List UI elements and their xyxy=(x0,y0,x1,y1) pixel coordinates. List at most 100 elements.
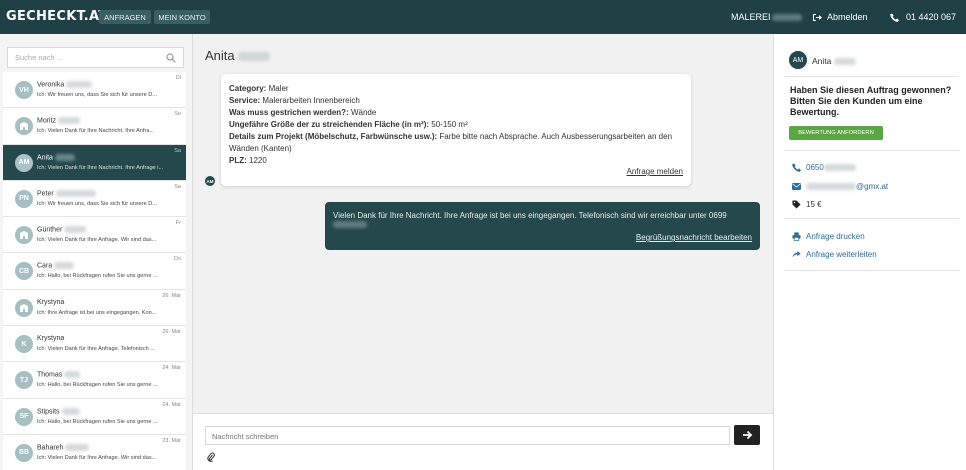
contact-name: Cara xyxy=(37,262,75,270)
divider xyxy=(784,218,959,219)
paperclip-icon[interactable] xyxy=(207,452,215,462)
message-date: Sa xyxy=(174,183,181,190)
conversation-item-active[interactable]: AM Anita Ich: Vielen Dank für Ihre Nachr… xyxy=(3,144,186,181)
conversation-item[interactable]: BB Bahareh Ich: Vielen Dank für Ihre Anf… xyxy=(3,434,186,470)
nav-anfragen-button[interactable]: ANFRAGEN xyxy=(99,10,151,24)
avatar: CB xyxy=(15,262,33,281)
avatar: SF xyxy=(15,407,33,426)
redacted-text xyxy=(64,226,87,234)
company-prefix: MALEREI xyxy=(731,12,771,22)
conversation-item[interactable]: SF Stipsits Ich: Hallo, bei Rückfragen r… xyxy=(3,398,186,435)
phone-link[interactable]: 01 4420 067 xyxy=(890,0,956,34)
message-preview: Ich: Vielen Dank für Ihre Anfrage. Wir s… xyxy=(37,237,157,244)
share-icon xyxy=(792,250,801,258)
customer-phone[interactable]: 0650 xyxy=(792,163,856,172)
conversation-panel: Anita Category: Maler Service: Malerarbe… xyxy=(193,34,773,470)
conversation-item[interactable]: TJ Thomas Ich: Hallo, bei Rückfragen ruf… xyxy=(3,362,186,399)
redacted-text xyxy=(238,52,271,62)
conversation-item[interactable]: Günther Ich: Vielen Dank für Ihre Anfrag… xyxy=(3,217,186,254)
message-preview: Ich: Vielen Dank für Ihre Nachricht. Ihr… xyxy=(37,128,155,135)
customer-email[interactable]: @gmx.at xyxy=(792,182,888,191)
message-date: So xyxy=(174,111,181,118)
logout-link[interactable]: Abmelden xyxy=(812,0,868,34)
message-preview: Ich: Wir freuen uns, dass Sie sich für u… xyxy=(37,92,158,98)
message-composer xyxy=(193,413,773,470)
contact-name: Moritz xyxy=(37,117,81,125)
phone-icon xyxy=(890,12,899,22)
conversation-item[interactable]: Moritz Ich: Vielen Dank für Ihre Nachric… xyxy=(3,108,186,145)
request-category: Category: Maler xyxy=(229,84,289,93)
contact-name: Bahareh xyxy=(37,443,90,451)
conversation-item[interactable]: PN Peter Ich: Wir freuen uns, dass Sie s… xyxy=(3,180,186,218)
message-preview: Ich: Vielen Dank für Ihre Anfrage. Wir s… xyxy=(37,454,157,461)
conversation-item[interactable]: Krystyna Ich: Ihre Anfrage ist bei uns e… xyxy=(3,289,186,327)
redacted-text xyxy=(823,164,856,171)
building-icon xyxy=(20,303,28,312)
request-card: Category: Maler Service: Malerarbeiten I… xyxy=(221,74,691,186)
avatar: TJ xyxy=(15,371,33,390)
nav-mein-konto-button[interactable]: MEIN KONTO xyxy=(154,10,210,24)
conversation-sidebar: Suche nach ... VH Veronika Ich: Wir freu… xyxy=(0,34,193,470)
contact-name: Günther xyxy=(37,226,87,234)
customer-avatar: AM xyxy=(789,51,807,69)
avatar: AM xyxy=(15,153,33,172)
divider xyxy=(784,76,959,77)
forward-request-link[interactable]: Anfrage weiterleiten xyxy=(792,250,877,259)
conversation-item[interactable]: VH Veronika Ich: Wir freuen uns, dass Si… xyxy=(3,72,186,109)
send-button[interactable] xyxy=(734,425,760,445)
message-preview: Ich: Hallo, bei Rückfragen rufen Sie uns… xyxy=(37,273,158,280)
message-preview: Ich: Wir freuen uns, dass Sie sich für u… xyxy=(37,200,158,207)
request-details: Details zum Projekt (Möbelschutz, Farbwü… xyxy=(229,132,673,153)
request-area: Ungefähre Größe der zu streichenden Fläc… xyxy=(229,120,468,129)
redacted-text xyxy=(61,407,80,415)
company-name: MALEREI xyxy=(731,0,802,34)
message-date: 24. Mär xyxy=(162,401,181,408)
divider xyxy=(784,150,959,151)
report-request-link[interactable]: Anfrage melden xyxy=(627,166,683,178)
building-icon xyxy=(20,231,28,240)
contact-name: Stipsits xyxy=(37,407,80,415)
request-review-button[interactable]: BEWERTUNG ANFORDERN xyxy=(789,126,883,140)
message-date: Fr xyxy=(175,220,181,227)
sender-avatar: AM xyxy=(205,176,215,186)
redacted-text xyxy=(54,153,75,161)
avatar: K xyxy=(15,335,33,354)
contact-name: Veronika xyxy=(37,81,93,88)
logo[interactable]: GECHECKT.AT xyxy=(6,9,108,24)
contact-name: Peter xyxy=(37,189,96,197)
conversation-item[interactable]: K Krystyna Ich: Vielen Dank für Ihre Anf… xyxy=(3,326,186,363)
message-date: 26. Mär xyxy=(162,292,181,299)
mail-icon xyxy=(792,183,801,190)
search-input[interactable]: Suche nach ... xyxy=(7,47,184,68)
message-date: Di xyxy=(175,75,181,81)
message-date: 23. Mär xyxy=(162,437,181,444)
phone-number: 01 4420 067 xyxy=(906,12,957,22)
avatar: BB xyxy=(15,443,33,462)
redacted-text xyxy=(58,117,81,125)
reply-bubble: Vielen Dank für Ihre Nachricht. Ihre Anf… xyxy=(325,202,760,250)
redacted-text xyxy=(66,81,93,88)
search-placeholder: Suche nach ... xyxy=(15,53,63,62)
phone-icon xyxy=(792,163,801,172)
redacted-text xyxy=(806,183,856,190)
search-icon[interactable] xyxy=(166,53,176,63)
message-date: 24. Mär xyxy=(162,365,181,372)
message-preview: Ich: Hallo, bei Rückfragen rufen Sie uns… xyxy=(37,382,158,389)
contact-name: Krystyna xyxy=(37,298,65,306)
message-date: Sa xyxy=(174,147,181,154)
edit-greeting-link[interactable]: Begrüßungsnachricht bearbeiten xyxy=(636,233,752,242)
message-input[interactable] xyxy=(205,426,730,445)
conversation-item[interactable]: CB Cara Ich: Hallo, bei Rückfragen rufen… xyxy=(3,253,186,290)
redacted-text xyxy=(55,189,96,197)
redacted-text xyxy=(64,371,81,379)
redacted-text xyxy=(65,443,90,451)
avatar xyxy=(15,298,33,317)
redacted-text xyxy=(54,262,75,270)
print-request-link[interactable]: Anfrage drucken xyxy=(792,232,865,241)
message-preview: Ich: Ihre Anfrage ist bei uns eingegange… xyxy=(37,309,157,316)
price: 15 € xyxy=(792,200,822,209)
request-what: Was muss gestrichen werden?: Wände xyxy=(229,108,377,117)
request-service: Service: Malerarbeiten Innenbereich xyxy=(229,96,360,105)
avatar xyxy=(15,117,33,136)
printer-icon xyxy=(792,232,801,241)
